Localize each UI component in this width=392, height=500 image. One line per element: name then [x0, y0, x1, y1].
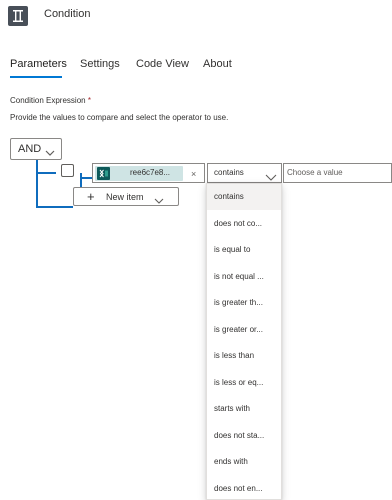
tab-parameters[interactable]: Parameters	[10, 58, 67, 70]
left-operand-input[interactable]: ree6c7e8... ×	[92, 163, 205, 183]
token-remove-icon[interactable]: ×	[191, 169, 196, 179]
operator-option[interactable]: is greater th...	[207, 290, 281, 316]
operator-option[interactable]: is greater or...	[207, 317, 281, 343]
new-item-label: New item	[106, 192, 144, 202]
operator-option[interactable]: does not sta...	[207, 423, 281, 449]
dynamic-content-token[interactable]: ree6c7e8... ×	[95, 166, 196, 181]
operator-option[interactable]: is not equal ...	[207, 264, 281, 290]
tab-code-view[interactable]: Code View	[136, 58, 189, 70]
operator-option-label: is greater or...	[214, 324, 263, 334]
condition-icon	[8, 6, 28, 26]
excel-icon	[97, 167, 110, 180]
tree-line-branch	[36, 206, 73, 208]
group-operator-value: AND	[18, 143, 42, 155]
tab-settings[interactable]: Settings	[80, 58, 120, 70]
operator-option-label: ends with	[214, 457, 248, 466]
operator-dropdown-list: contains does not co... is equal to is n…	[206, 183, 282, 500]
tree-line-row-connector	[80, 173, 82, 187]
right-operand-input[interactable]: Choose a value	[283, 163, 392, 183]
operator-option-label: starts with	[214, 404, 251, 413]
chevron-down-icon	[154, 192, 164, 210]
value-placeholder: Choose a value	[287, 168, 343, 177]
tree-line-branch	[36, 172, 56, 174]
operator-option-label: contains	[214, 192, 244, 201]
operator-option[interactable]: is less or eq...	[207, 370, 281, 396]
operator-option-label: does not en...	[214, 483, 263, 493]
help-text: Provide the values to compare and select…	[10, 113, 229, 122]
operator-option[interactable]: ends with	[207, 449, 281, 475]
condition-expression-text: Condition Expression	[10, 96, 86, 105]
operator-option[interactable]: contains	[207, 184, 281, 210]
operator-option-label: does not co...	[214, 218, 263, 228]
operator-option-label: is not equal ...	[214, 271, 264, 281]
operator-option[interactable]: is less than	[207, 343, 281, 369]
operator-option-label: does not sta...	[214, 430, 265, 440]
required-mark: *	[87, 96, 91, 105]
operator-value: contains	[214, 168, 244, 177]
operator-option[interactable]: does not co...	[207, 211, 281, 237]
operator-option-label: is equal to	[214, 245, 251, 254]
tree-line-vertical	[36, 160, 38, 208]
tab-bar: Parameters Settings Code View About	[0, 52, 392, 78]
operator-option[interactable]: is equal to	[207, 237, 281, 263]
action-header: Condition	[0, 0, 392, 32]
active-tab-indicator	[10, 76, 62, 78]
row-checkbox[interactable]	[61, 164, 74, 177]
operator-option-label: is greater th...	[214, 298, 263, 307]
condition-expression-label: Condition Expression *	[10, 96, 91, 105]
tab-about[interactable]: About	[203, 58, 232, 70]
operator-option-label: is less or eq...	[214, 377, 264, 387]
operator-option[interactable]: does not en...	[207, 476, 281, 500]
action-title: Condition	[44, 8, 91, 20]
group-operator-select[interactable]: AND	[10, 138, 62, 160]
tree-line-row-branch	[80, 177, 92, 179]
new-item-button[interactable]: + New item	[73, 187, 179, 206]
operator-select[interactable]: contains	[207, 163, 282, 183]
token-label: ree6c7e8...	[130, 168, 171, 177]
operator-option-label: is less than	[214, 351, 255, 360]
operator-option[interactable]: starts with	[207, 396, 281, 422]
plus-icon: +	[87, 189, 95, 204]
chevron-down-icon	[45, 144, 55, 162]
